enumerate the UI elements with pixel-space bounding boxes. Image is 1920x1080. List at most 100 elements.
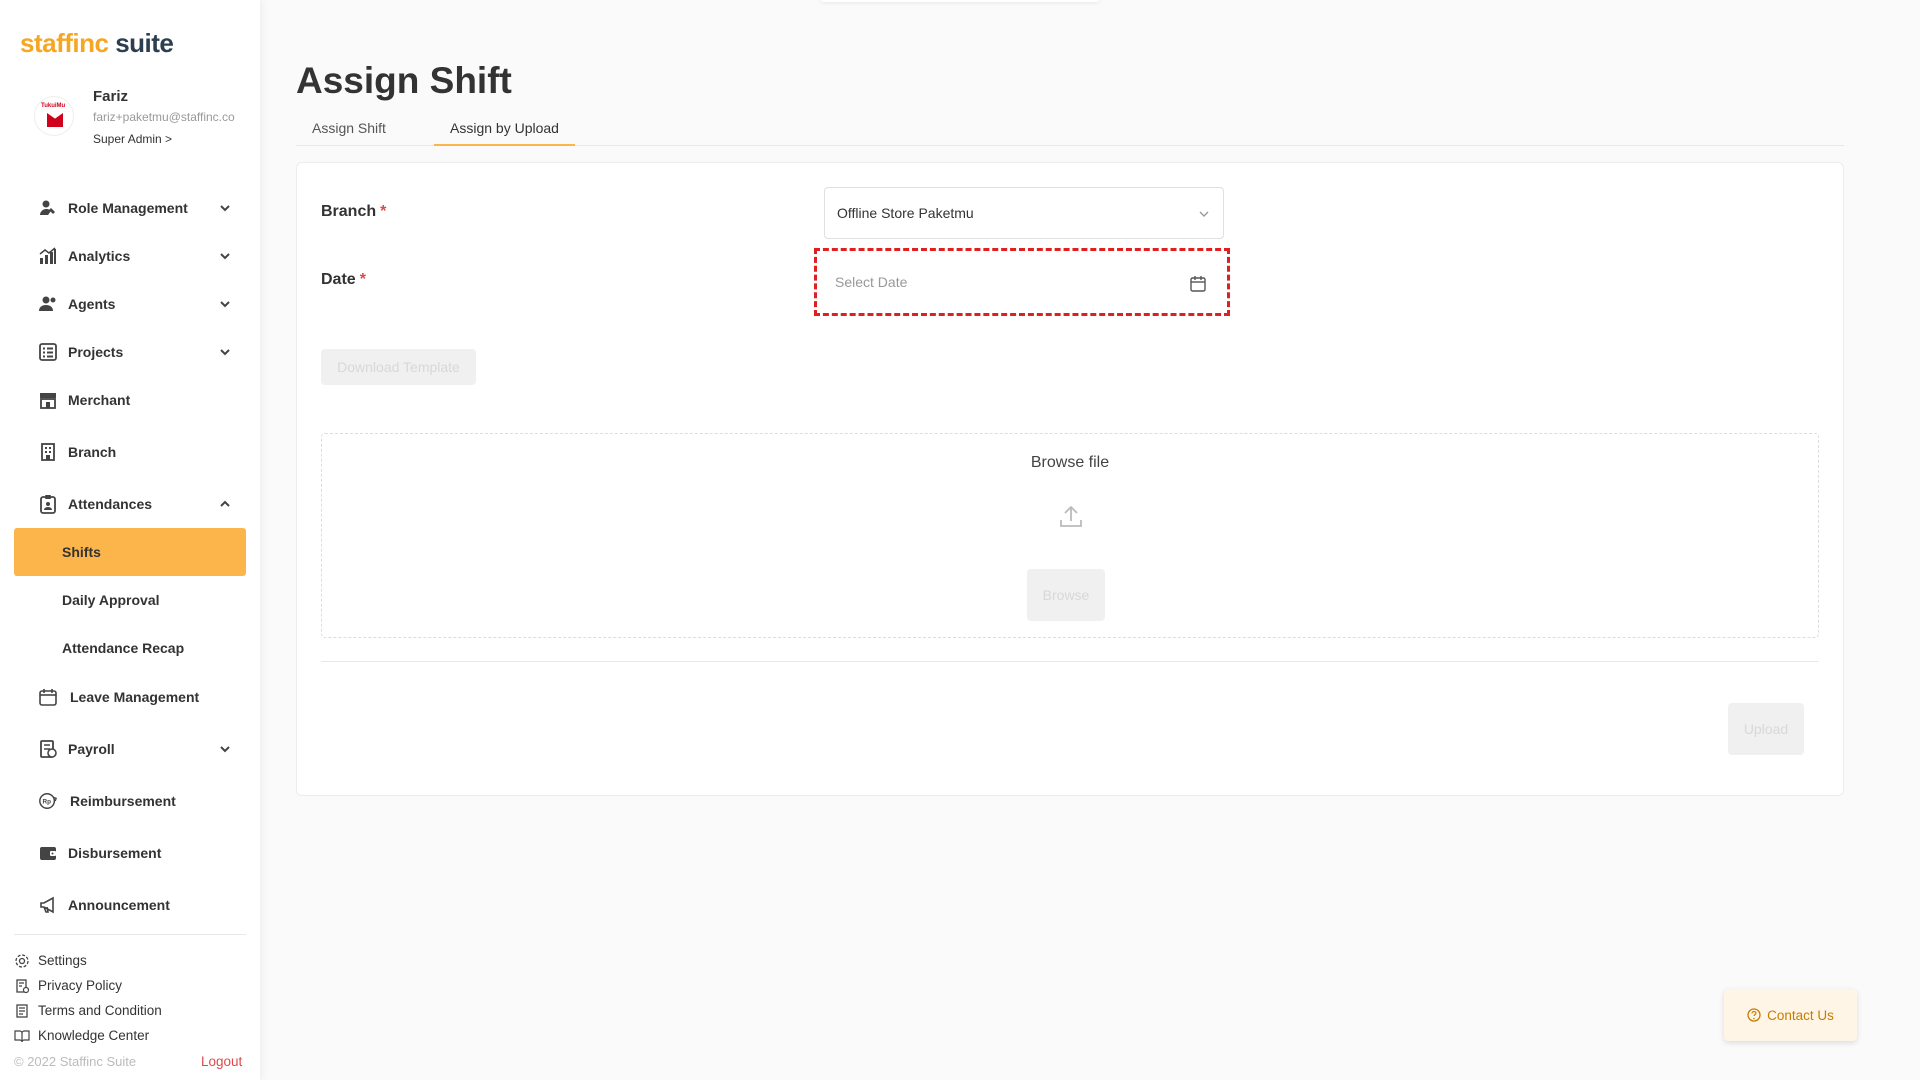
footer-link-label: Knowledge Center (38, 1028, 150, 1043)
sidebar-item-payroll[interactable]: Payroll (14, 722, 246, 776)
chevron-up-icon (220, 500, 230, 507)
settings-link[interactable]: Settings (14, 948, 162, 973)
svg-text:Rp: Rp (43, 799, 52, 806)
logout-link[interactable]: Logout (201, 1054, 242, 1069)
page-title: Assign Shift (296, 60, 512, 101)
sidebar-subitem-attendance-recap[interactable]: Attendance Recap (14, 624, 246, 672)
branch-select[interactable]: Offline Store Paketmu (824, 187, 1224, 239)
sidebar-item-reimbursement[interactable]: Rp Reimbursement (14, 776, 246, 826)
logo-suite-text: suite (108, 28, 174, 58)
contact-us-button[interactable]: Contact Us (1724, 989, 1857, 1041)
wallet-icon (38, 843, 58, 863)
branch-icon (38, 442, 58, 462)
date-placeholder: Select Date (835, 274, 908, 290)
sidebar: staffinc suite TukuiMu Fariz fariz+paket… (0, 0, 260, 1080)
profile-email: fariz+paketmu@staffinc.co (93, 110, 235, 124)
branch-label-text: Branch (321, 203, 377, 220)
gear-icon (14, 953, 30, 969)
upload-button[interactable]: Upload (1728, 703, 1804, 755)
calendar-icon (1190, 276, 1206, 292)
book-icon (14, 1028, 30, 1044)
footer-link-label: Settings (38, 953, 87, 968)
sidebar-item-label: Role Management (68, 200, 188, 216)
sidebar-item-label: Disbursement (68, 845, 162, 861)
projects-icon (38, 342, 58, 362)
avatar-logo-mark (47, 113, 63, 127)
contact-us-label: Contact Us (1767, 1007, 1834, 1023)
upload-form-card: Branch * Offline Store Paketmu Date * Sele… (296, 162, 1844, 796)
sidebar-item-analytics[interactable]: Analytics (14, 232, 246, 280)
help-circle-icon (1747, 1008, 1761, 1022)
sidebar-subitem-shifts[interactable]: Shifts (14, 528, 246, 576)
branch-select-value: Offline Store Paketmu (837, 205, 974, 221)
avatar: TukuiMu (34, 96, 74, 136)
attendances-icon (38, 494, 58, 514)
sidebar-item-projects[interactable]: Projects (14, 328, 246, 376)
agents-icon (38, 294, 58, 314)
profile-name: Fariz (93, 88, 129, 105)
sidebar-item-attendances[interactable]: Attendances (14, 480, 246, 528)
analytics-icon (38, 246, 58, 266)
payroll-icon (38, 739, 58, 759)
sidebar-item-label: Reimbursement (70, 793, 176, 809)
required-mark: * (359, 271, 366, 288)
sidebar-item-merchant[interactable]: Merchant (14, 376, 246, 424)
calendar-icon (38, 687, 58, 707)
date-picker-input[interactable]: Select Date (814, 248, 1230, 316)
date-label-text: Date (321, 271, 356, 288)
download-template-button[interactable]: Download Template (321, 349, 476, 385)
chevron-down-icon (220, 253, 230, 260)
logo-brand-text: staffinc (20, 28, 109, 58)
knowledge-center-link[interactable]: Knowledge Center (14, 1023, 162, 1048)
sidebar-item-label: Attendances (68, 496, 153, 512)
tab-bar: Assign Shift Assign by Upload (296, 116, 1844, 146)
top-notification-bar (820, 0, 1100, 2)
sidebar-item-role-management[interactable]: Role Management (14, 184, 246, 232)
sidebar-item-agents[interactable]: Agents (14, 280, 246, 328)
required-mark: * (380, 203, 387, 220)
sidebar-divider (14, 934, 246, 935)
app-logo[interactable]: staffinc suite (20, 28, 174, 59)
role-icon (38, 198, 58, 218)
card-divider (321, 661, 1819, 662)
profile-role-link[interactable]: Super Admin > (93, 132, 172, 146)
document-icon (14, 1003, 30, 1019)
sidebar-item-label: Payroll (68, 741, 115, 757)
sidebar-item-disbursement[interactable]: Disbursement (14, 826, 246, 880)
sidebar-subitem-daily-approval[interactable]: Daily Approval (14, 576, 246, 624)
file-dropzone[interactable]: Browse file Browse (321, 433, 1819, 638)
reimbursement-icon: Rp (38, 791, 58, 811)
sidebar-footer-links: Settings Privacy Policy Terms and Condit… (14, 948, 162, 1048)
privacy-icon (14, 978, 30, 994)
sidebar-item-label: Agents (68, 296, 116, 312)
date-label: Date * (321, 271, 366, 289)
sidebar-nav: Role Management Analytics Agents Project… (14, 184, 246, 930)
footer-link-label: Terms and Condition (38, 1003, 162, 1018)
sidebar-item-label: Announcement (68, 897, 170, 913)
chevron-down-icon (220, 349, 230, 356)
sidebar-item-announcement[interactable]: Announcement (14, 880, 246, 930)
megaphone-icon (38, 895, 58, 915)
avatar-logo-text: TukuiMu (41, 103, 66, 109)
merchant-icon (38, 390, 58, 410)
footer-link-label: Privacy Policy (38, 978, 123, 993)
sidebar-item-label: Branch (68, 444, 117, 460)
chevron-down-icon (220, 205, 230, 212)
privacy-policy-link[interactable]: Privacy Policy (14, 973, 162, 998)
sidebar-item-leave-management[interactable]: Leave Management (14, 672, 246, 722)
user-profile[interactable]: TukuiMu Fariz fariz+paketmu@staffinc.co … (34, 86, 244, 150)
tab-assign-shift[interactable]: Assign Shift (296, 116, 402, 146)
branch-label: Branch * (321, 203, 386, 221)
terms-link[interactable]: Terms and Condition (14, 998, 162, 1023)
copyright-text: © 2022 Staffinc Suite (14, 1054, 137, 1069)
chevron-down-icon (220, 746, 230, 753)
sidebar-item-label: Merchant (68, 392, 131, 408)
sidebar-item-label: Leave Management (70, 689, 200, 705)
chevron-down-icon (1199, 211, 1209, 217)
sidebar-item-label: Projects (68, 344, 124, 360)
tab-assign-by-upload[interactable]: Assign by Upload (434, 116, 575, 146)
sidebar-item-branch[interactable]: Branch (14, 424, 246, 480)
browse-button[interactable]: Browse (1027, 569, 1105, 621)
browse-file-title: Browse file (1030, 454, 1110, 471)
chevron-down-icon (220, 301, 230, 308)
